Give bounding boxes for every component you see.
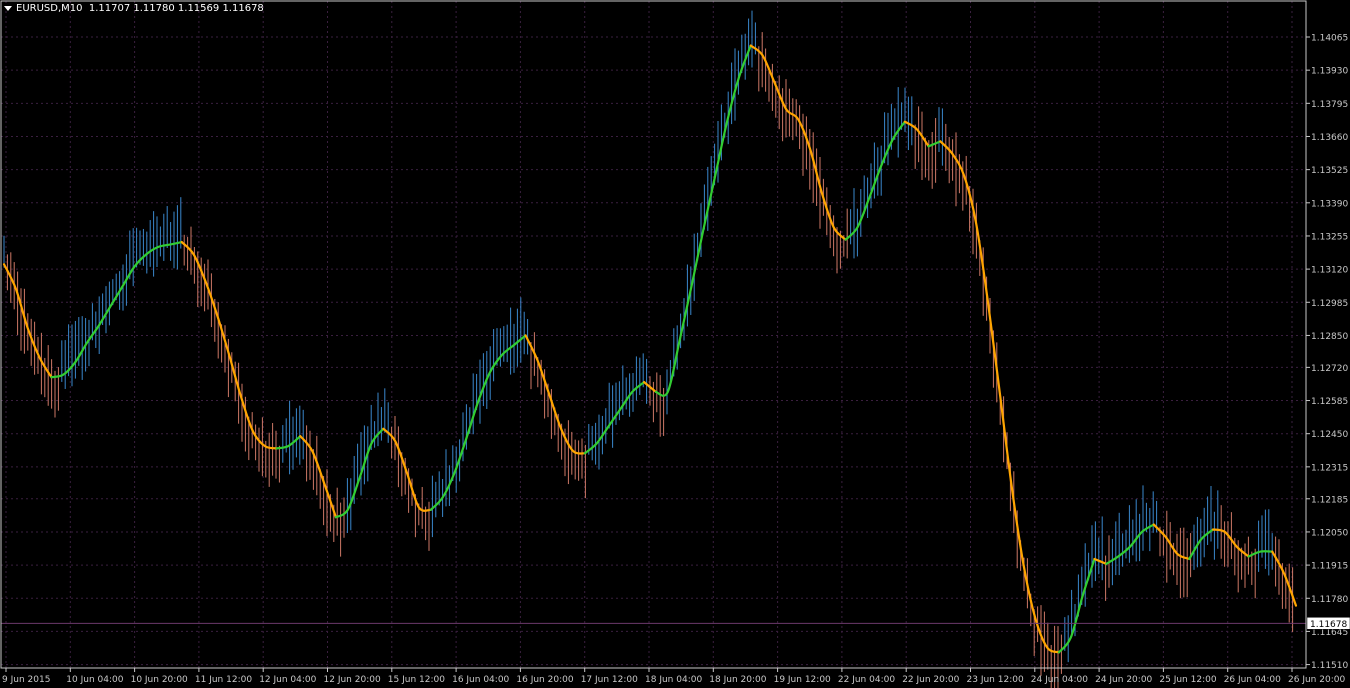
x-tick-label: 19 Jun 12:00 — [774, 675, 831, 685]
y-tick-label: 1.13795 — [1311, 100, 1348, 110]
x-tick-label: 17 Jun 12:00 — [581, 675, 638, 685]
y-tick-label: 1.11510 — [1311, 661, 1348, 671]
x-tick-label: 24 Jun 04:00 — [1031, 675, 1088, 685]
y-tick-label: 1.12585 — [1311, 397, 1348, 407]
x-tick-label: 16 Jun 20:00 — [516, 675, 573, 685]
y-tick-label: 1.11915 — [1311, 562, 1348, 572]
x-tick-label: 26 Jun 04:00 — [1224, 675, 1281, 685]
y-tick-label: 1.13660 — [1311, 133, 1348, 143]
y-tick-label: 1.12050 — [1311, 528, 1348, 538]
chart-header: EURUSD,M10 1.11707 1.11780 1.11569 1.116… — [4, 3, 264, 14]
dropdown-triangle-icon[interactable] — [4, 5, 12, 11]
x-tick-label: 24 Jun 20:00 — [1095, 675, 1152, 685]
y-tick-label: 1.12720 — [1311, 364, 1348, 374]
x-tick-label: 26 Jun 20:00 — [1288, 675, 1345, 685]
x-tick-label: 9 Jun 2015 — [2, 675, 50, 685]
y-tick-label: 1.13525 — [1311, 166, 1348, 176]
y-tick-label: 1.13255 — [1311, 232, 1348, 242]
x-tick-label: 10 Jun 20:00 — [131, 675, 188, 685]
y-tick-label: 1.13390 — [1311, 199, 1348, 209]
y-tick-label: 1.12985 — [1311, 299, 1348, 309]
current-price-label: 1.11678 — [1310, 620, 1347, 630]
y-tick-label: 1.11780 — [1311, 595, 1348, 605]
x-tick-label: 23 Jun 12:00 — [967, 675, 1024, 685]
y-tick-label: 1.13930 — [1311, 67, 1348, 77]
ohlc-readout: 1.11707 1.11780 1.11569 1.11678 — [88, 3, 264, 14]
x-tick-label: 15 Jun 12:00 — [388, 675, 445, 685]
y-tick-label: 1.12850 — [1311, 332, 1348, 342]
x-tick-label: 25 Jun 12:00 — [1159, 675, 1216, 685]
x-tick-label: 18 Jun 04:00 — [645, 675, 702, 685]
x-tick-label: 16 Jun 04:00 — [452, 675, 509, 685]
x-tick-label: 18 Jun 20:00 — [709, 675, 766, 685]
x-tick-label: 12 Jun 20:00 — [324, 675, 381, 685]
x-tick-label: 22 Jun 20:00 — [902, 675, 959, 685]
chart-area[interactable]: 1.14065 1.13930 1.13795 1.13660 1.13525 1.133… — [0, 0, 1350, 688]
y-tick-label: 1.14065 — [1311, 34, 1348, 44]
y-tick-label: 1.12315 — [1311, 463, 1348, 473]
symbol-label: EURUSD,M10 — [16, 3, 83, 14]
y-tick-label: 1.12450 — [1311, 430, 1348, 440]
y-tick-label: 1.13120 — [1311, 266, 1348, 276]
x-tick-label: 12 Jun 04:00 — [259, 675, 316, 685]
x-tick-label: 22 Jun 04:00 — [838, 675, 895, 685]
y-tick-label: 1.12185 — [1311, 495, 1348, 505]
x-tick-label: 11 Jun 12:00 — [195, 675, 252, 685]
x-tick-label: 10 Jun 04:00 — [66, 675, 123, 685]
